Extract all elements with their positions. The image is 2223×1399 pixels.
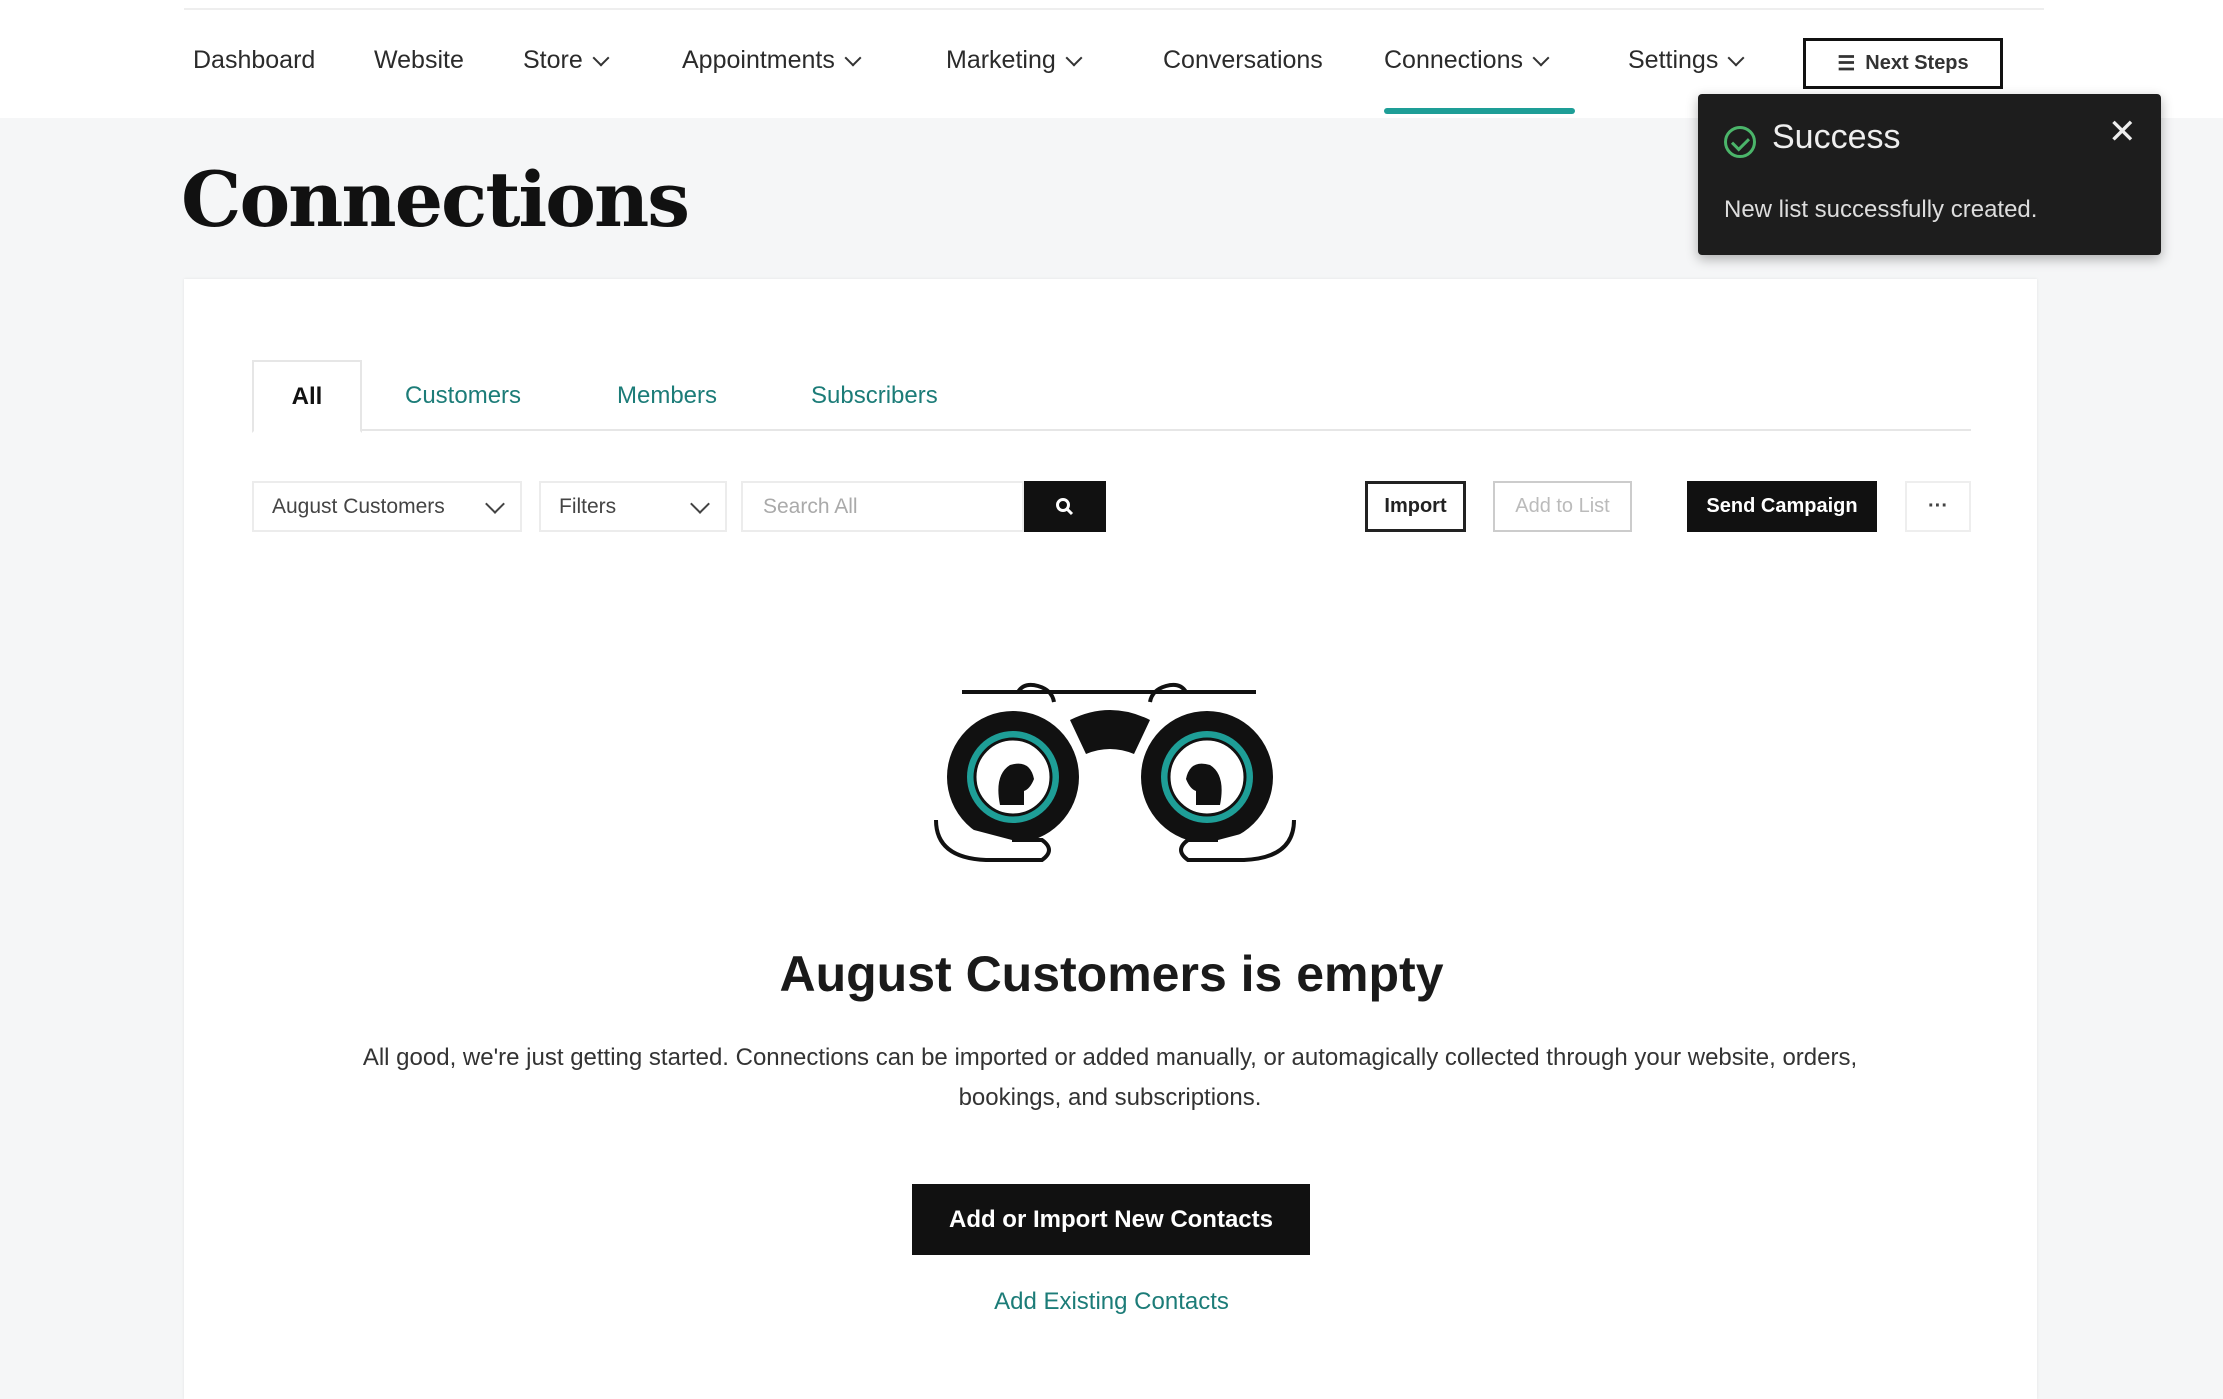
check-circle-icon [1724, 126, 1756, 158]
list-select[interactable]: August Customers [252, 481, 522, 532]
chevron-down-icon [844, 49, 862, 66]
toast-message: New list successfully created. [1724, 196, 2038, 223]
binoculars-illustration [934, 682, 1296, 862]
chevron-down-icon [592, 49, 610, 66]
nav-label: Store [523, 46, 583, 74]
chevron-down-icon [1727, 49, 1745, 66]
chevron-down-icon [690, 493, 710, 514]
nav-label: Settings [1628, 46, 1719, 74]
search-icon [1056, 497, 1074, 515]
send-campaign-button[interactable]: Send Campaign [1687, 481, 1877, 532]
import-button[interactable]: Import [1365, 481, 1466, 532]
nav-label: Website [374, 46, 464, 74]
search-field[interactable] [741, 481, 1024, 532]
tab-all[interactable]: All [252, 360, 362, 433]
more-options-button[interactable]: ··· [1905, 481, 1971, 532]
empty-state-title: August Customers is empty [779, 946, 1444, 1002]
nav-dashboard[interactable]: Dashboard [193, 46, 315, 75]
nav-connections[interactable]: Connections [1384, 46, 1550, 75]
search-button[interactable] [1024, 481, 1106, 532]
add-existing-contacts-link[interactable]: Add Existing Contacts [0, 1288, 2223, 1316]
nav-website[interactable]: Website [374, 46, 464, 75]
nav-settings[interactable]: Settings [1628, 46, 1745, 75]
chevron-down-icon [1065, 49, 1083, 66]
tab-members[interactable]: Members [617, 360, 717, 431]
active-nav-indicator [1384, 108, 1575, 114]
empty-state-description: All good, we're just getting started. Co… [362, 1044, 1858, 1111]
success-toast: Success ✕ New list successfully created. [1698, 94, 2161, 255]
add-import-contacts-button[interactable]: Add or Import New Contacts [912, 1184, 1310, 1255]
nav-conversations[interactable]: Conversations [1163, 46, 1323, 75]
add-to-list-button[interactable]: Add to List [1493, 481, 1632, 532]
tab-customers[interactable]: Customers [405, 360, 521, 431]
next-steps-button[interactable]: ☰ Next Steps [1803, 38, 2003, 89]
divider [184, 8, 2044, 10]
nav-label: Appointments [682, 46, 835, 74]
page-title: Connections [181, 155, 690, 244]
nav-appointments[interactable]: Appointments [682, 46, 862, 75]
close-icon[interactable]: ✕ [2108, 112, 2137, 152]
list-icon: ☰ [1837, 53, 1856, 75]
nav-label: Marketing [946, 46, 1056, 74]
nav-label: Connections [1384, 46, 1523, 74]
filters-label: Filters [559, 494, 617, 518]
search-input[interactable] [763, 494, 1002, 519]
tab-subscribers[interactable]: Subscribers [811, 360, 938, 431]
nav-label: Conversations [1163, 46, 1323, 74]
nav-store[interactable]: Store [523, 46, 610, 75]
filters-select[interactable]: Filters [539, 481, 727, 532]
nav-label: Dashboard [193, 46, 316, 74]
list-select-value: August Customers [272, 494, 445, 518]
tab-bar: All Customers Members Subscribers [252, 360, 1971, 433]
chevron-down-icon [485, 493, 505, 514]
nav-marketing[interactable]: Marketing [946, 46, 1083, 75]
toast-title: Success [1772, 118, 1901, 156]
chevron-down-icon [1532, 49, 1550, 66]
next-steps-label: Next Steps [1865, 52, 1969, 74]
